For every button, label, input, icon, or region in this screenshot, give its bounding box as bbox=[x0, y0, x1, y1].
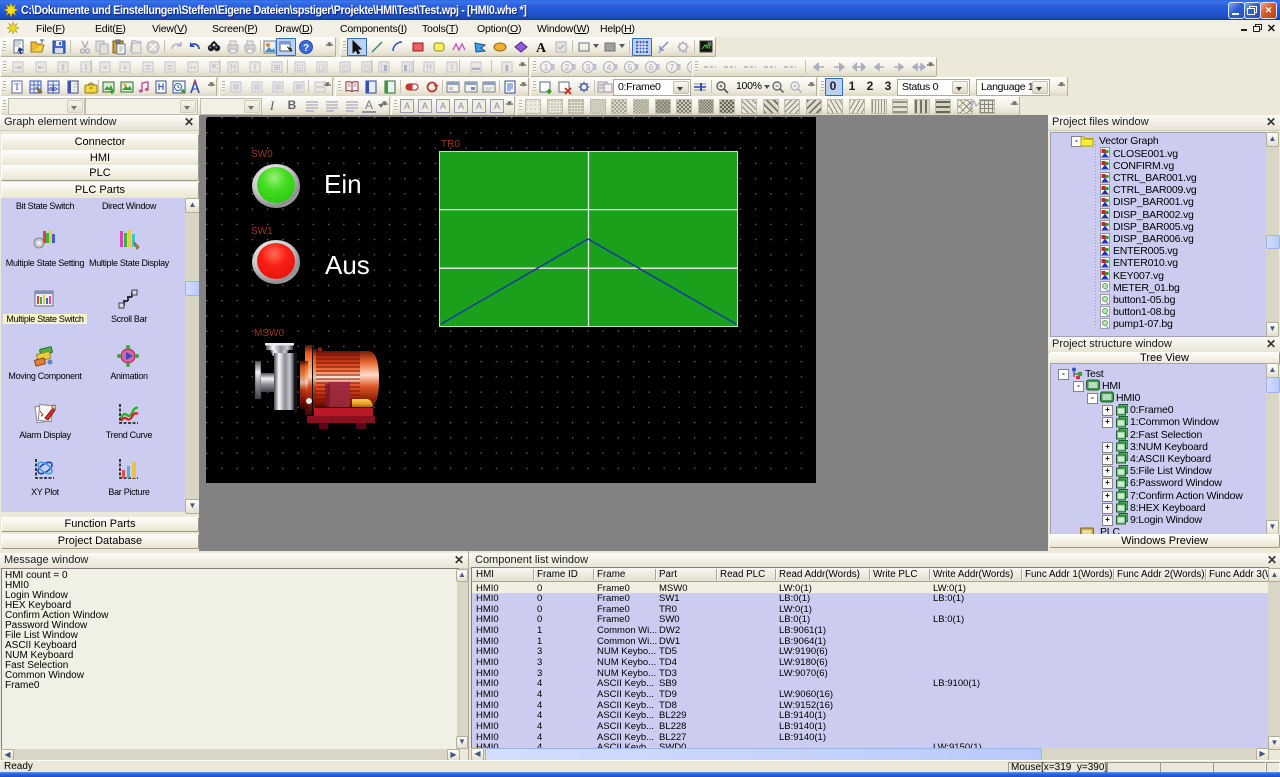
svg-text:4: 4 bbox=[607, 63, 612, 72]
svg-text:A: A bbox=[458, 101, 464, 111]
svg-text:◱: ◱ bbox=[296, 63, 304, 72]
svg-text:H: H bbox=[158, 82, 165, 92]
svg-text:⇿: ⇿ bbox=[190, 63, 197, 72]
svg-text:7: 7 bbox=[670, 63, 675, 72]
svg-text:A: A bbox=[404, 101, 410, 111]
svg-text:⇓: ⇓ bbox=[83, 63, 90, 72]
svg-text:◧: ◧ bbox=[403, 63, 411, 72]
svg-text:◲: ◲ bbox=[318, 63, 326, 72]
svg-text:A: A bbox=[476, 101, 482, 111]
svg-text:2: 2 bbox=[565, 63, 570, 72]
svg-text:⇱: ⇱ bbox=[212, 63, 219, 72]
svg-text:◨: ◨ bbox=[380, 63, 388, 72]
svg-text:ab: ab bbox=[49, 86, 57, 93]
svg-text:◰: ◰ bbox=[341, 63, 349, 72]
svg-text:≣: ≣ bbox=[167, 63, 174, 72]
svg-text:H: H bbox=[426, 63, 432, 72]
svg-text:▮: ▮ bbox=[505, 63, 509, 72]
svg-text:?: ? bbox=[303, 43, 309, 54]
svg-text:5: 5 bbox=[628, 63, 633, 72]
svg-text:I: I bbox=[254, 63, 256, 72]
svg-text:3: 3 bbox=[586, 63, 591, 72]
svg-text:◳: ◳ bbox=[363, 63, 371, 72]
svg-text:≣: ≣ bbox=[145, 63, 152, 72]
svg-text:≡: ≡ bbox=[103, 63, 108, 72]
svg-text:A: A bbox=[536, 41, 547, 55]
svg-text:H: H bbox=[230, 63, 236, 72]
svg-text:T: T bbox=[14, 82, 20, 92]
svg-text:⊞: ⊞ bbox=[274, 63, 281, 72]
svg-text:⇕: ⇕ bbox=[60, 63, 67, 72]
svg-text:A: A bbox=[494, 101, 500, 111]
svg-text:6: 6 bbox=[649, 63, 654, 72]
svg-text:A: A bbox=[422, 101, 428, 111]
svg-text:▬: ▬ bbox=[472, 63, 480, 72]
svg-text:1: 1 bbox=[544, 63, 549, 72]
svg-text:I: I bbox=[451, 63, 453, 72]
svg-text:⇤: ⇤ bbox=[38, 63, 45, 72]
svg-text:≡: ≡ bbox=[123, 63, 128, 72]
svg-text:⇥: ⇥ bbox=[15, 63, 22, 72]
svg-text:A: A bbox=[440, 101, 446, 111]
